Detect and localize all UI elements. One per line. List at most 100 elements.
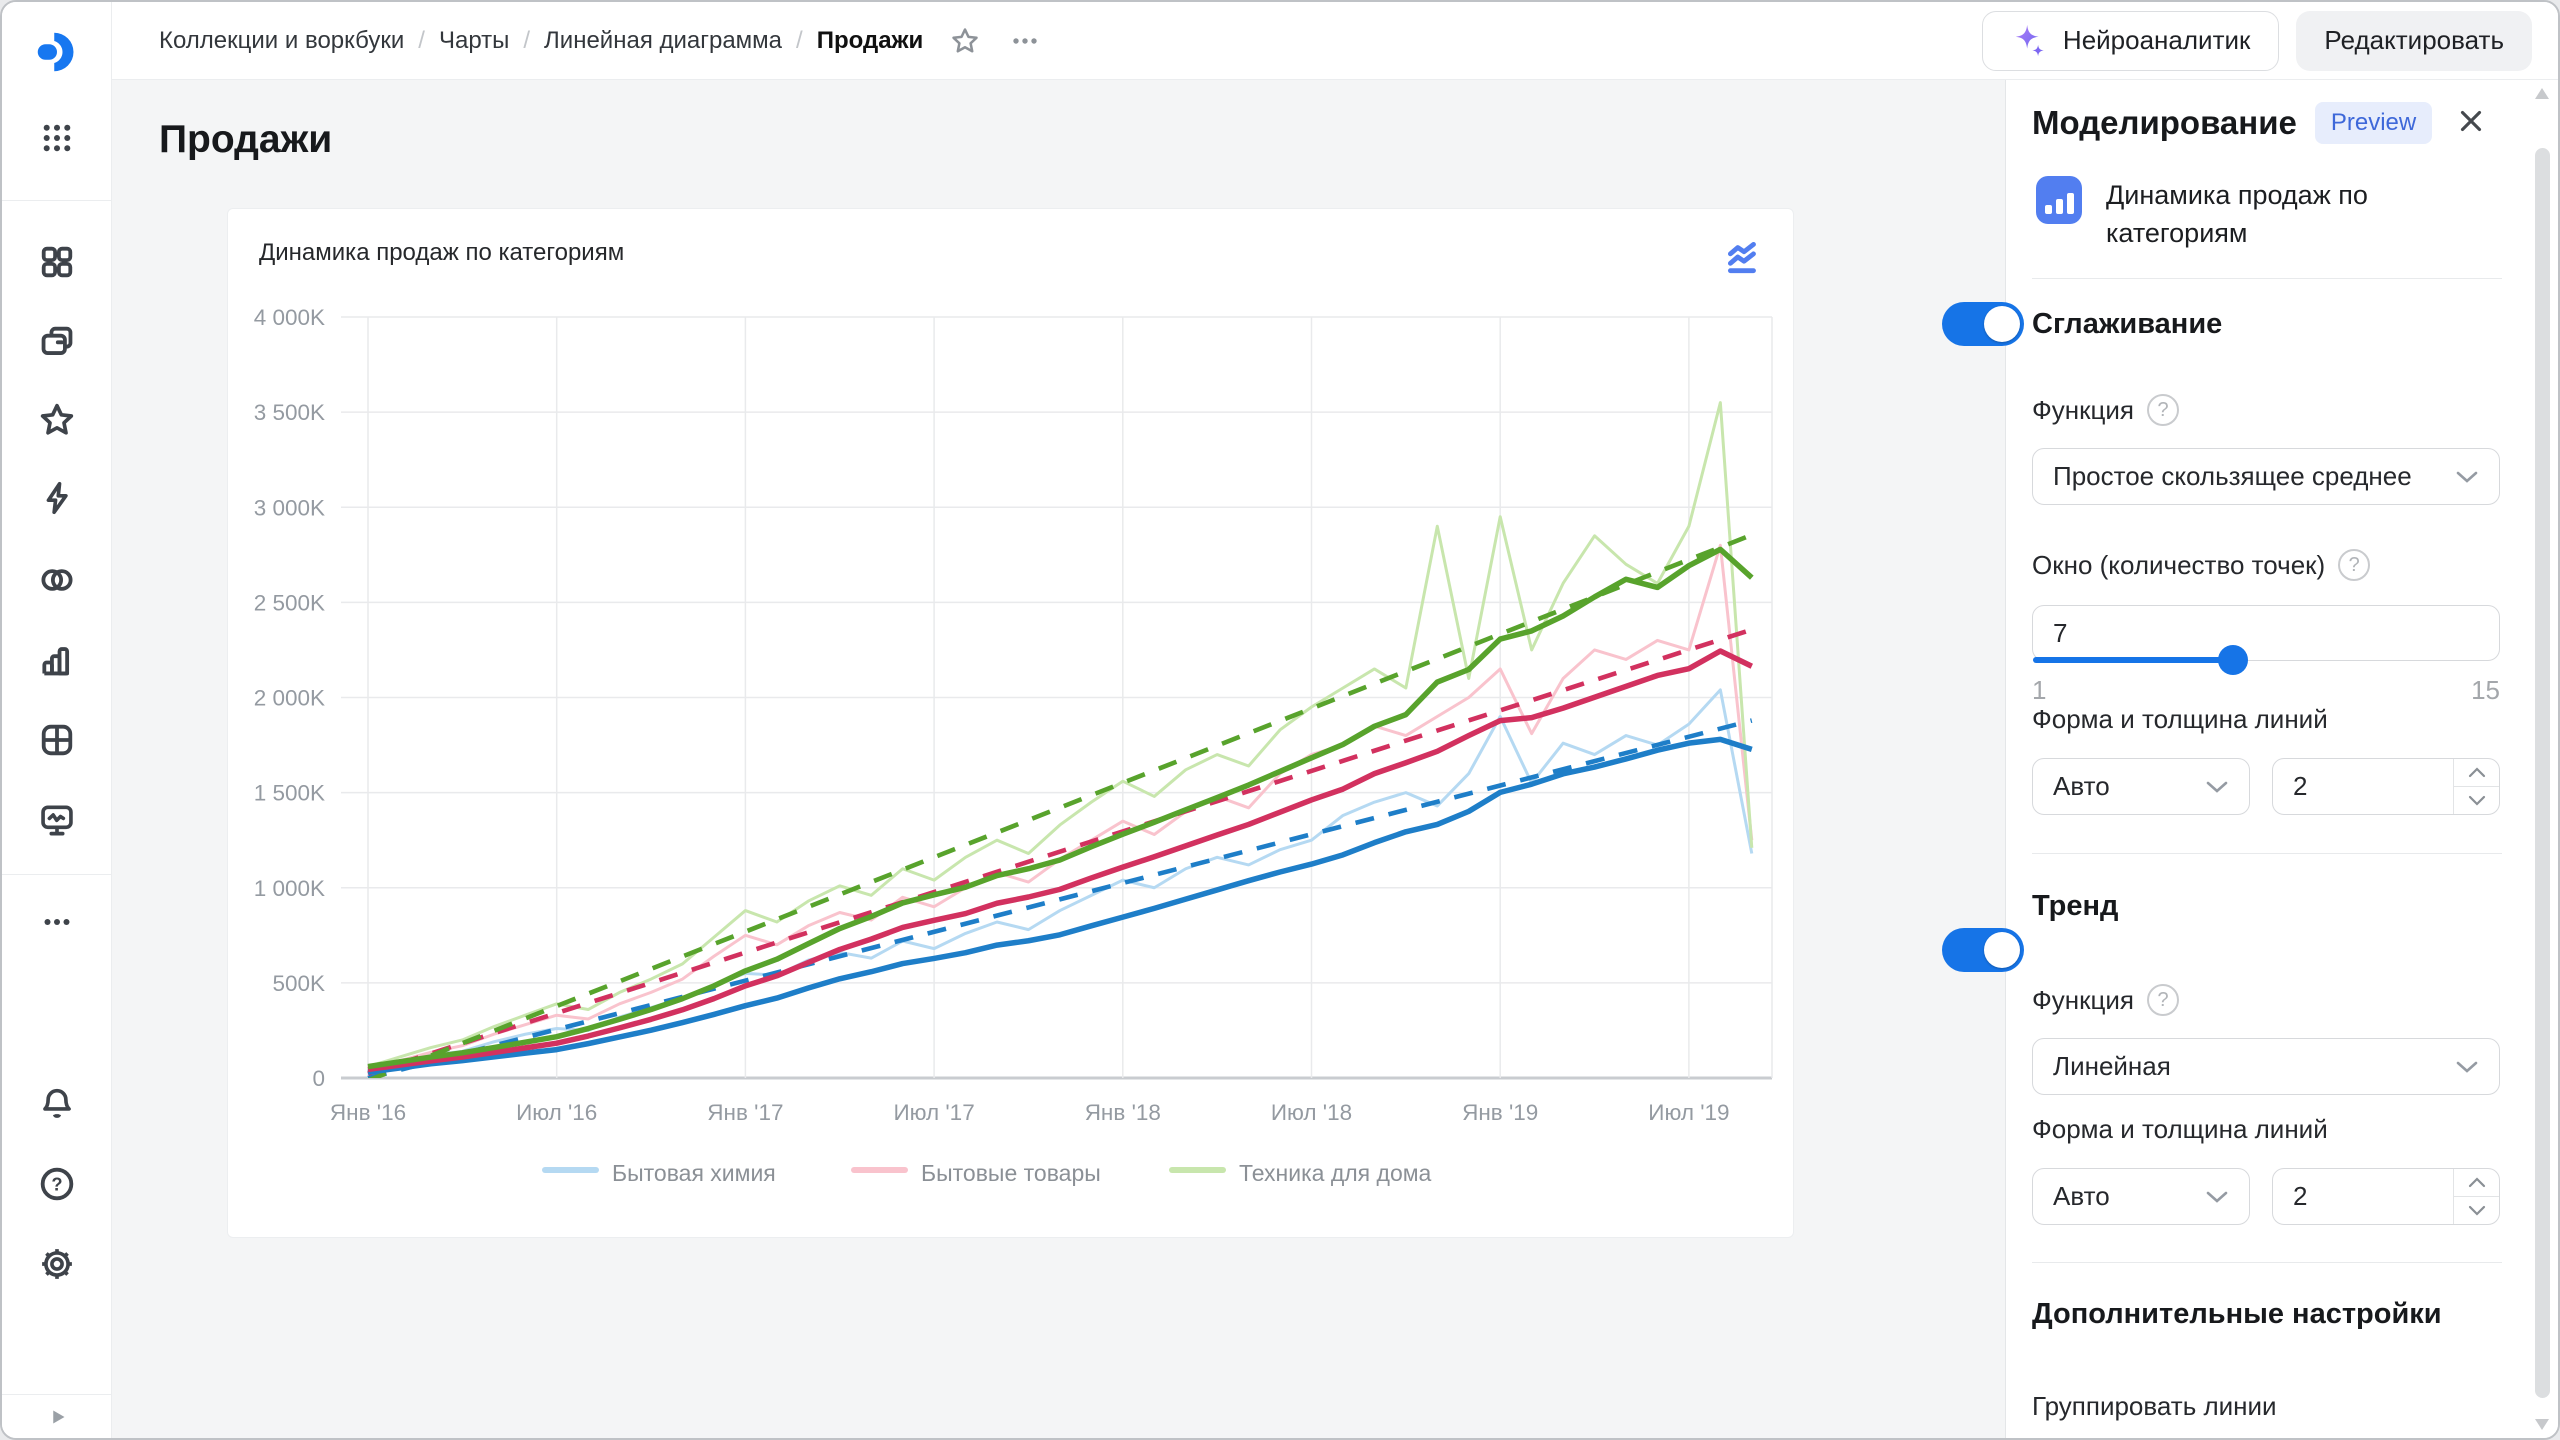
legend-label[interactable]: Бытовые товары xyxy=(921,1160,1101,1186)
chart-widget: Динамика продаж по категориям 0500K1 000… xyxy=(227,208,1794,1238)
connections-icon[interactable] xyxy=(35,558,79,602)
datalens-logo[interactable] xyxy=(35,30,79,74)
label-text: Форма и толщина линий xyxy=(2032,704,2328,735)
y-axis-tick-label: 500K xyxy=(272,971,325,996)
settings-gear-icon[interactable] xyxy=(35,1242,79,1286)
y-axis-tick-label: 2 000K xyxy=(254,686,325,711)
scrollbar-down-arrow[interactable] xyxy=(2535,1419,2549,1430)
legend-swatch xyxy=(851,1167,908,1173)
edit-label: Редактировать xyxy=(2324,25,2504,56)
charts-icon[interactable] xyxy=(35,638,79,682)
window-value-input[interactable]: 7 xyxy=(2032,605,2500,661)
close-icon[interactable] xyxy=(2454,104,2488,143)
dashboards-icon[interactable] xyxy=(35,798,79,842)
spinner-down-button[interactable] xyxy=(2454,1197,2499,1224)
panel-header: Моделирование Preview xyxy=(2032,102,2432,144)
collections-icon[interactable] xyxy=(35,320,79,364)
window-control: 7 1 15 xyxy=(2032,605,2500,706)
more-menu-icon[interactable] xyxy=(1007,23,1043,59)
chevron-down-icon xyxy=(2468,795,2486,806)
source-row[interactable]: Динамика продаж по категориям xyxy=(2036,176,2496,252)
breadcrumb-separator: / xyxy=(796,27,803,55)
breadcrumb-item[interactable]: Линейная диаграмма xyxy=(544,27,782,55)
sidebar: ? xyxy=(2,2,112,1438)
slider-min-label: 1 xyxy=(2032,675,2046,706)
label-text: Форма и толщина линий xyxy=(2032,1114,2328,1145)
trend-line-width-input[interactable]: 2 xyxy=(2272,1168,2500,1225)
sidebar-expand-button[interactable] xyxy=(2,1394,111,1438)
apps-grid-icon[interactable] xyxy=(35,116,79,160)
smoothing-function-label: Функция ? xyxy=(2032,394,2179,426)
legend-label[interactable]: Техника для дома xyxy=(1239,1160,1432,1186)
scrollbar-up-arrow[interactable] xyxy=(2535,88,2549,99)
neuro-analyst-button[interactable]: Нейроаналитик xyxy=(1982,11,2279,71)
smoothed-series-line xyxy=(368,549,1752,1066)
spinner-down-button[interactable] xyxy=(2454,787,2499,814)
number-value: 2 xyxy=(2273,1169,2453,1224)
top-header: Коллекции и воркбуки / Чарты / Линейная … xyxy=(112,2,2558,80)
legend-label[interactable]: Бытовая химия xyxy=(612,1160,776,1186)
help-icon[interactable]: ? xyxy=(2147,394,2179,426)
help-icon[interactable]: ? xyxy=(35,1162,79,1206)
raw-series-line xyxy=(368,403,1752,1067)
breadcrumb-separator: / xyxy=(418,27,425,55)
notifications-bell-icon[interactable] xyxy=(35,1082,79,1126)
spinner-up-button[interactable] xyxy=(2454,759,2499,787)
chevron-down-icon xyxy=(2455,1060,2479,1074)
favorites-star-icon[interactable] xyxy=(35,398,79,442)
breadcrumb-item[interactable]: Коллекции и воркбуки xyxy=(159,27,404,55)
select-value: Линейная xyxy=(2053,1051,2455,1082)
label-text: Функция xyxy=(2032,395,2134,426)
x-axis-tick-label: Янв '17 xyxy=(707,1100,783,1125)
slider-knob[interactable] xyxy=(2218,645,2248,675)
y-axis-tick-label: 1 000K xyxy=(254,876,325,901)
chevron-down-icon xyxy=(2205,780,2229,794)
app-window: ? Коллекции и воркбуки / Чарты / Линейна… xyxy=(0,0,2560,1440)
smoothing-function-select[interactable]: Простое скользящее среднее xyxy=(2032,448,2500,505)
legend-swatch xyxy=(1169,1167,1226,1173)
chevron-down-icon xyxy=(2455,470,2479,484)
breadcrumb-separator: / xyxy=(523,27,530,55)
select-value: Авто xyxy=(2053,1181,2205,1212)
trend-line xyxy=(368,630,1752,1074)
sidebar-divider xyxy=(2,200,111,201)
x-axis-tick-label: Июл '19 xyxy=(1648,1100,1729,1125)
number-spinner xyxy=(2453,759,2499,814)
smoothing-line-shape-select[interactable]: Авто xyxy=(2032,758,2250,815)
breadcrumb-current: Продажи xyxy=(817,27,924,55)
y-axis-tick-label: 0 xyxy=(312,1066,325,1091)
help-icon[interactable]: ? xyxy=(2338,549,2370,581)
header-actions: Нейроаналитик Редактировать xyxy=(1982,11,2532,71)
select-value: Авто xyxy=(2053,771,2205,802)
tables-icon[interactable] xyxy=(35,718,79,762)
smoothing-line-label: Форма и толщина линий xyxy=(2032,704,2328,735)
trend-function-select[interactable]: Линейная xyxy=(2032,1038,2500,1095)
objects-icon[interactable] xyxy=(35,240,79,284)
line-chart-plot[interactable]: 0500K1 000K1 500K2 000K2 500K3 000K3 500… xyxy=(228,209,1795,1239)
number-value: 2 xyxy=(2273,759,2453,814)
raw-series-line xyxy=(368,690,1752,1072)
slider-track[interactable] xyxy=(2033,657,2233,663)
chart-legend[interactable]: Бытовая химия Бытовые товары Техника для д… xyxy=(542,1160,1432,1186)
quick-bolt-icon[interactable] xyxy=(35,476,79,520)
trend-toggle[interactable] xyxy=(1942,928,2024,972)
sparkle-icon xyxy=(2011,22,2049,60)
smoothing-toggle[interactable] xyxy=(1942,302,2024,346)
breadcrumb-item[interactable]: Чарты xyxy=(439,27,509,55)
trend-line-shape-select[interactable]: Авто xyxy=(2032,1168,2250,1225)
window-value: 7 xyxy=(2053,618,2067,649)
more-dots-icon[interactable] xyxy=(35,900,79,944)
edit-button[interactable]: Редактировать xyxy=(2296,11,2532,71)
legend-swatch xyxy=(542,1167,599,1173)
scrollbar-thumb[interactable] xyxy=(2535,148,2550,1398)
favorite-star-icon[interactable] xyxy=(949,25,981,57)
x-axis-tick-label: Янв '18 xyxy=(1085,1100,1161,1125)
x-axis-tick-label: Июл '16 xyxy=(516,1100,597,1125)
preview-badge: Preview xyxy=(2315,102,2432,144)
smoothing-line-width-input[interactable]: 2 xyxy=(2272,758,2500,815)
help-icon[interactable]: ? xyxy=(2147,984,2179,1016)
panel-divider xyxy=(2032,278,2502,279)
spinner-up-button[interactable] xyxy=(2454,1169,2499,1197)
expand-play-icon xyxy=(42,1402,72,1432)
trend-function-label: Функция ? xyxy=(2032,984,2179,1016)
